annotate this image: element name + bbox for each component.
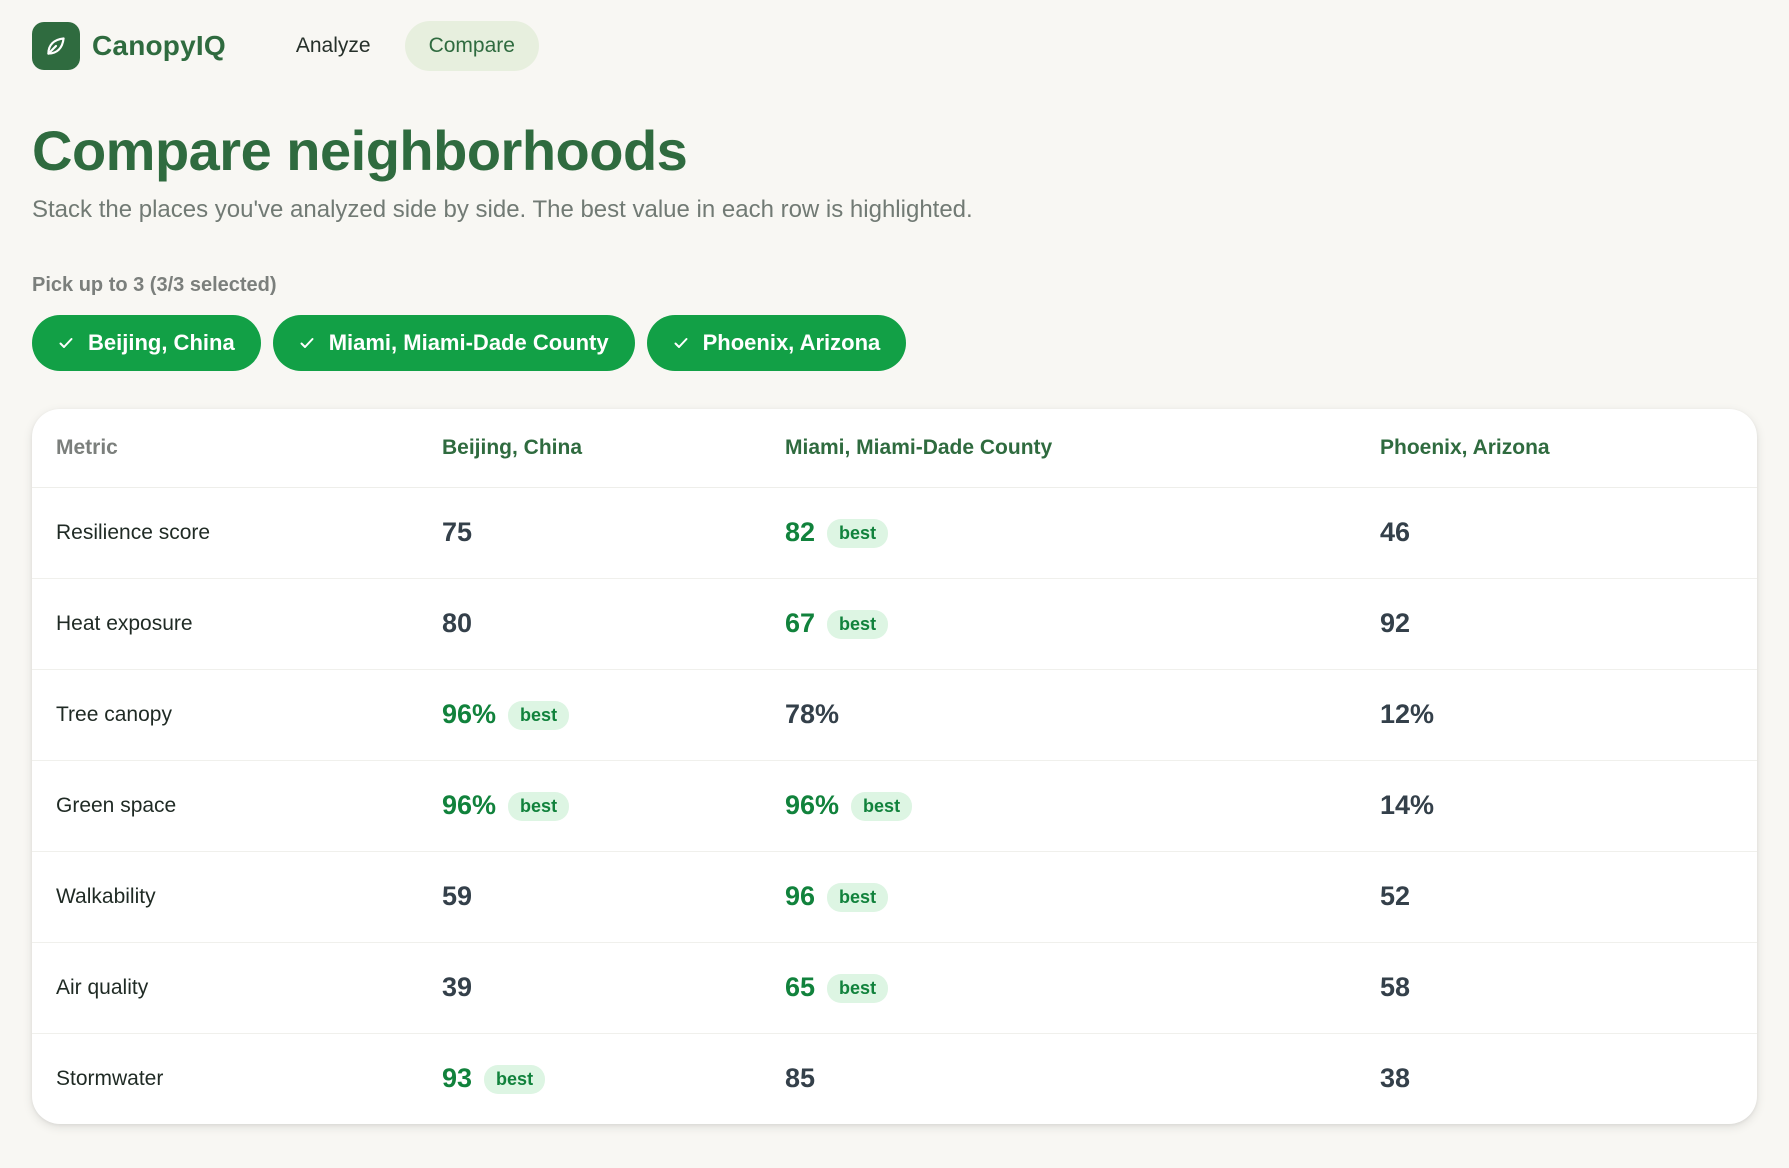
metric-value: 39 (442, 972, 473, 1003)
metric-value: 52 (1380, 881, 1411, 912)
table-row: Air quality 39 65 best 58 (32, 942, 1757, 1034)
metric-value: 85 (785, 1063, 816, 1094)
nav-analyze[interactable]: Analyze (272, 21, 395, 71)
metric-value: 59 (442, 881, 473, 912)
neighborhood-chips: Beijing, China Miami, Miami-Dade County … (32, 314, 1757, 371)
metric-cell: Stormwater (32, 1033, 418, 1124)
value-cell: 58 (1356, 942, 1757, 1034)
value-cell: 78% (761, 669, 1356, 761)
value-cell: 80 (418, 578, 761, 670)
table-row: Stormwater 93 best 85 38 (32, 1033, 1757, 1124)
metric-value: 46 (1380, 517, 1411, 548)
picker-label: Pick up to 3 (3/3 selected) (32, 273, 277, 296)
chip-phoenix[interactable]: Phoenix, Arizona (646, 314, 907, 371)
column-header-phoenix: Phoenix, Arizona (1356, 408, 1757, 488)
table-header-row: Metric Beijing, China Miami, Miami-Dade … (32, 408, 1757, 488)
table-row: Walkability 59 96 best 52 (32, 851, 1757, 943)
chip-miami[interactable]: Miami, Miami-Dade County (272, 314, 635, 371)
metric-value: 92 (1380, 608, 1411, 639)
value-cell: 14% (1356, 760, 1757, 852)
metric-value: 78% (785, 699, 840, 730)
check-icon (673, 335, 689, 351)
metric-label: Air quality (56, 975, 149, 999)
metric-value: 96% (442, 790, 497, 821)
metric-value: 38 (1380, 1063, 1411, 1094)
chip-label: Phoenix, Arizona (702, 329, 881, 355)
column-header-miami: Miami, Miami-Dade County (761, 408, 1356, 488)
metric-cell: Heat exposure (32, 578, 418, 670)
metric-label: Stormwater (56, 1066, 164, 1090)
table-row: Tree canopy 96% best 78% 12% (32, 669, 1757, 761)
table-row: Heat exposure 80 67 best 92 (32, 578, 1757, 670)
comparison-table: Metric Beijing, China Miami, Miami-Dade … (32, 408, 1757, 1124)
value-cell: 96 best (761, 851, 1356, 943)
metric-cell: Walkability (32, 851, 418, 943)
comparison-table-card: Metric Beijing, China Miami, Miami-Dade … (32, 408, 1757, 1124)
value-cell: 93 best (418, 1033, 761, 1124)
leaf-icon (32, 22, 80, 70)
metric-label: Heat exposure (56, 611, 193, 635)
value-cell: 96% best (418, 669, 761, 761)
value-cell: 82 best (761, 487, 1356, 579)
value-cell: 59 (418, 851, 761, 943)
metric-label: Walkability (56, 884, 156, 908)
metric-value: 75 (442, 517, 473, 548)
table-row: Green space 96% best 96% best 14% (32, 760, 1757, 852)
metric-value: 58 (1380, 972, 1411, 1003)
nav-compare[interactable]: Compare (404, 21, 539, 71)
value-cell: 65 best (761, 942, 1356, 1034)
value-cell: 52 (1356, 851, 1757, 943)
chip-label: Miami, Miami-Dade County (328, 329, 609, 355)
column-header-metric: Metric (32, 408, 418, 488)
value-cell: 92 (1356, 578, 1757, 670)
metric-label: Resilience score (56, 520, 211, 544)
value-cell: 12% (1356, 669, 1757, 761)
brand[interactable]: CanopyIQ (32, 22, 226, 70)
check-icon (58, 335, 74, 351)
best-badge: best (827, 519, 889, 549)
column-header-beijing: Beijing, China (418, 408, 761, 488)
metric-value: 14% (1380, 790, 1435, 821)
value-cell: 39 (418, 942, 761, 1034)
metric-label: Tree canopy (56, 702, 172, 726)
metric-cell: Green space (32, 760, 418, 852)
value-cell: 96% best (418, 760, 761, 852)
metric-value: 80 (442, 608, 473, 639)
table-body: Resilience score 75 82 best 46 Heat exposure 8… (32, 487, 1757, 1124)
metric-label: Green space (56, 793, 177, 817)
best-badge: best (827, 883, 889, 913)
chip-beijing[interactable]: Beijing, China (32, 314, 261, 371)
metric-value: 96 (785, 881, 816, 912)
value-cell: 96% best (761, 760, 1356, 852)
chip-label: Beijing, China (88, 329, 235, 355)
value-cell: 85 (761, 1033, 1356, 1124)
best-badge: best (827, 974, 889, 1004)
best-badge: best (508, 792, 570, 822)
table-row: Resilience score 75 82 best 46 (32, 487, 1757, 579)
best-badge: best (484, 1065, 546, 1095)
metric-cell: Resilience score (32, 487, 418, 579)
best-badge: best (508, 701, 570, 731)
top-navigation: CanopyIQ Analyze Compare (32, 0, 1757, 92)
metric-value: 12% (1380, 699, 1435, 730)
metric-value: 93 (442, 1063, 473, 1094)
metric-value: 96% (442, 699, 497, 730)
metric-cell: Tree canopy (32, 669, 418, 761)
metric-value: 67 (785, 608, 816, 639)
brand-name: CanopyIQ (92, 30, 226, 61)
metric-value: 65 (785, 972, 816, 1003)
value-cell: 46 (1356, 487, 1757, 579)
value-cell: 67 best (761, 578, 1356, 670)
value-cell: 38 (1356, 1033, 1757, 1124)
page-title: Compare neighborhoods (32, 119, 688, 182)
metric-value: 96% (785, 790, 840, 821)
value-cell: 75 (418, 487, 761, 579)
compare-page: CanopyIQ Analyze Compare Compare neighbo… (32, 0, 1757, 1124)
page-subtitle: Stack the places you've analyzed side by… (32, 195, 973, 223)
metric-cell: Air quality (32, 942, 418, 1034)
metric-value: 82 (785, 517, 816, 548)
check-icon (299, 335, 315, 351)
best-badge: best (851, 792, 913, 822)
best-badge: best (827, 610, 889, 640)
